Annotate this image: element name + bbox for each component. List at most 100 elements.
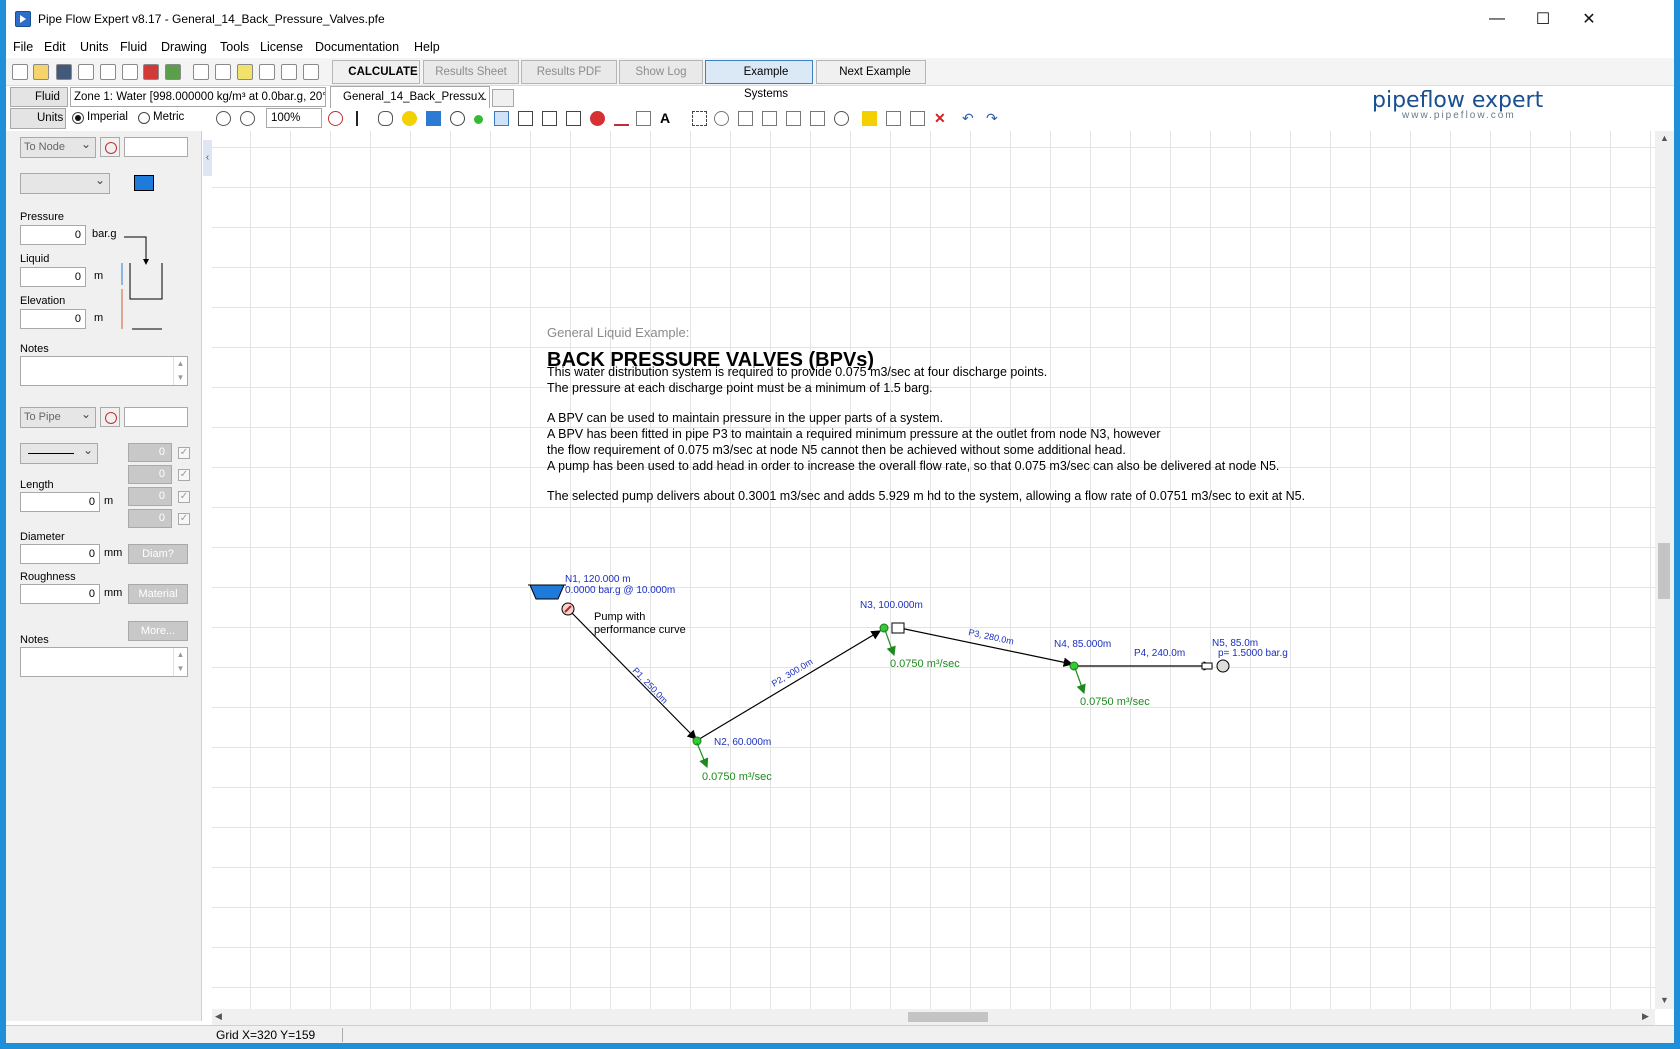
undo-icon[interactable]: ↶ [962, 111, 977, 126]
node-type-select[interactable] [20, 171, 110, 194]
tab-file[interactable]: General_14_Back_Pressu... X [330, 86, 490, 108]
scroll-up-icon[interactable]: ▲ [1660, 133, 1669, 143]
menu-edit[interactable]: Edit [44, 40, 66, 54]
align-icon[interactable] [862, 111, 877, 126]
horizontal-scrollbar[interactable]: ◀ ▶ [212, 1009, 1655, 1025]
zoom-out-icon[interactable] [216, 111, 231, 126]
material-button[interactable]: Material [128, 584, 188, 604]
pan-hand-icon[interactable] [378, 111, 393, 126]
spreadsheet-icon[interactable] [165, 64, 181, 80]
more-button[interactable]: More... [128, 621, 188, 641]
next-example-button[interactable]: Next Example [816, 60, 926, 84]
node-n3[interactable] [879, 623, 889, 633]
menu-tools[interactable]: Tools [220, 40, 249, 54]
fitting-check-2[interactable]: ✓ [178, 469, 190, 481]
units-button[interactable]: Units [10, 108, 66, 129]
text-icon[interactable]: A [660, 111, 675, 126]
liquid-height-input[interactable]: 0 [20, 267, 86, 287]
select-arrow-icon[interactable] [356, 111, 371, 126]
open-folder-icon[interactable] [33, 64, 49, 80]
node-locate-icon[interactable] [100, 137, 120, 157]
pdf-icon[interactable] [143, 64, 159, 80]
menu-file[interactable]: File [13, 40, 33, 54]
menu-units[interactable]: Units [80, 40, 108, 54]
pipe-name-input[interactable] [124, 407, 188, 427]
pump-icon[interactable] [590, 111, 605, 126]
redo-icon[interactable]: ↷ [986, 111, 1001, 126]
menu-license[interactable]: License [260, 40, 303, 54]
edit-icon[interactable] [215, 64, 231, 80]
arrange-icon[interactable] [910, 111, 925, 126]
show-log-button[interactable]: Show Log [619, 60, 703, 84]
bpv-valve-icon[interactable] [891, 622, 905, 634]
fitting-count-1[interactable]: 0 [128, 443, 172, 462]
valve-icon[interactable] [636, 111, 651, 126]
metric-radio[interactable] [138, 112, 150, 124]
menu-documentation[interactable]: Documentation [315, 40, 399, 54]
delete-icon[interactable]: ✕ [934, 111, 949, 126]
fluid-zone-select[interactable]: Zone 1: Water [998.000000 kg/m³ at 0.0ba… [70, 87, 326, 107]
label-icon[interactable] [259, 64, 275, 80]
pipe-locate-icon[interactable] [100, 407, 120, 427]
pipe-notes-textarea[interactable]: ▲ ▼ [20, 647, 188, 677]
calculate-button[interactable]: CALCULATE [332, 60, 420, 84]
roughness-input[interactable]: 0 [20, 584, 100, 604]
paste-icon[interactable] [762, 111, 777, 126]
distribute-icon[interactable] [886, 111, 901, 126]
scroll-left-icon[interactable]: ◀ [215, 1011, 222, 1022]
menu-drawing[interactable]: Drawing [161, 40, 207, 54]
fitting-check-1[interactable]: ✓ [178, 447, 190, 459]
tank-node-icon[interactable] [134, 175, 154, 191]
email-icon[interactable] [78, 64, 94, 80]
save-icon[interactable] [56, 64, 72, 80]
rotate-icon[interactable] [810, 111, 825, 126]
join-point-icon[interactable] [474, 115, 483, 124]
node-n4[interactable] [1069, 661, 1079, 671]
scroll-down-icon[interactable]: ▼ [1660, 995, 1669, 1005]
flip-icon[interactable] [786, 111, 801, 126]
new-tab-icon[interactable] [492, 89, 514, 107]
iso-icon[interactable] [193, 64, 209, 80]
to-node-select[interactable]: To Node [20, 135, 96, 158]
export-icon[interactable] [100, 64, 116, 80]
print-icon[interactable] [122, 64, 138, 80]
vertical-scrollbar[interactable]: ▲ ▼ [1655, 131, 1674, 1009]
elevation-input[interactable]: 0 [20, 309, 86, 329]
pressure-node-icon[interactable] [450, 111, 465, 126]
fittings-icon[interactable] [566, 111, 581, 126]
maximize-button[interactable]: ☐ [1520, 0, 1566, 38]
cut-icon[interactable] [714, 111, 729, 126]
new-file-icon[interactable] [12, 64, 28, 80]
horizontal-scroll-thumb[interactable] [908, 1012, 988, 1022]
pen-icon[interactable] [614, 111, 629, 126]
to-pipe-select[interactable]: To Pipe [20, 405, 96, 428]
calc-icon[interactable] [303, 64, 319, 80]
node-n5[interactable] [1216, 659, 1230, 673]
minimize-button[interactable]: — [1474, 0, 1520, 38]
zoom-area-icon[interactable] [834, 111, 849, 126]
node-name-input[interactable] [124, 137, 188, 157]
node-notes-textarea[interactable]: ▲ ▼ [20, 356, 188, 386]
results-sheet-button[interactable]: Results Sheet [423, 60, 519, 84]
collapse-panel-icon[interactable]: ‹ [203, 140, 212, 176]
close-button[interactable]: ✕ [1566, 0, 1612, 38]
diameter-help-button[interactable]: Diam? [128, 544, 188, 564]
diameter-input[interactable]: 0 [20, 544, 100, 564]
copy-icon[interactable] [738, 111, 753, 126]
length-input[interactable]: 0 [20, 492, 100, 512]
tab-close-button[interactable]: X [478, 87, 485, 107]
results-pdf-button[interactable]: Results PDF [521, 60, 617, 84]
pressure-input[interactable]: 0 [20, 225, 86, 245]
fitting-count-2[interactable]: 0 [128, 465, 172, 484]
tank-icon[interactable] [426, 111, 441, 126]
fluid-button[interactable]: Fluid [10, 87, 68, 107]
vertical-scroll-thumb[interactable] [1658, 543, 1670, 599]
image-icon[interactable] [542, 111, 557, 126]
scroll-right-icon[interactable]: ▶ [1642, 1011, 1649, 1022]
move-icon[interactable] [402, 111, 417, 126]
fitting-count-4[interactable]: 0 [128, 509, 172, 528]
menu-fluid[interactable]: Fluid [120, 40, 147, 54]
pipe-icon[interactable] [237, 64, 253, 80]
fitting-check-4[interactable]: ✓ [178, 513, 190, 525]
pipe-p2[interactable] [695, 630, 882, 742]
